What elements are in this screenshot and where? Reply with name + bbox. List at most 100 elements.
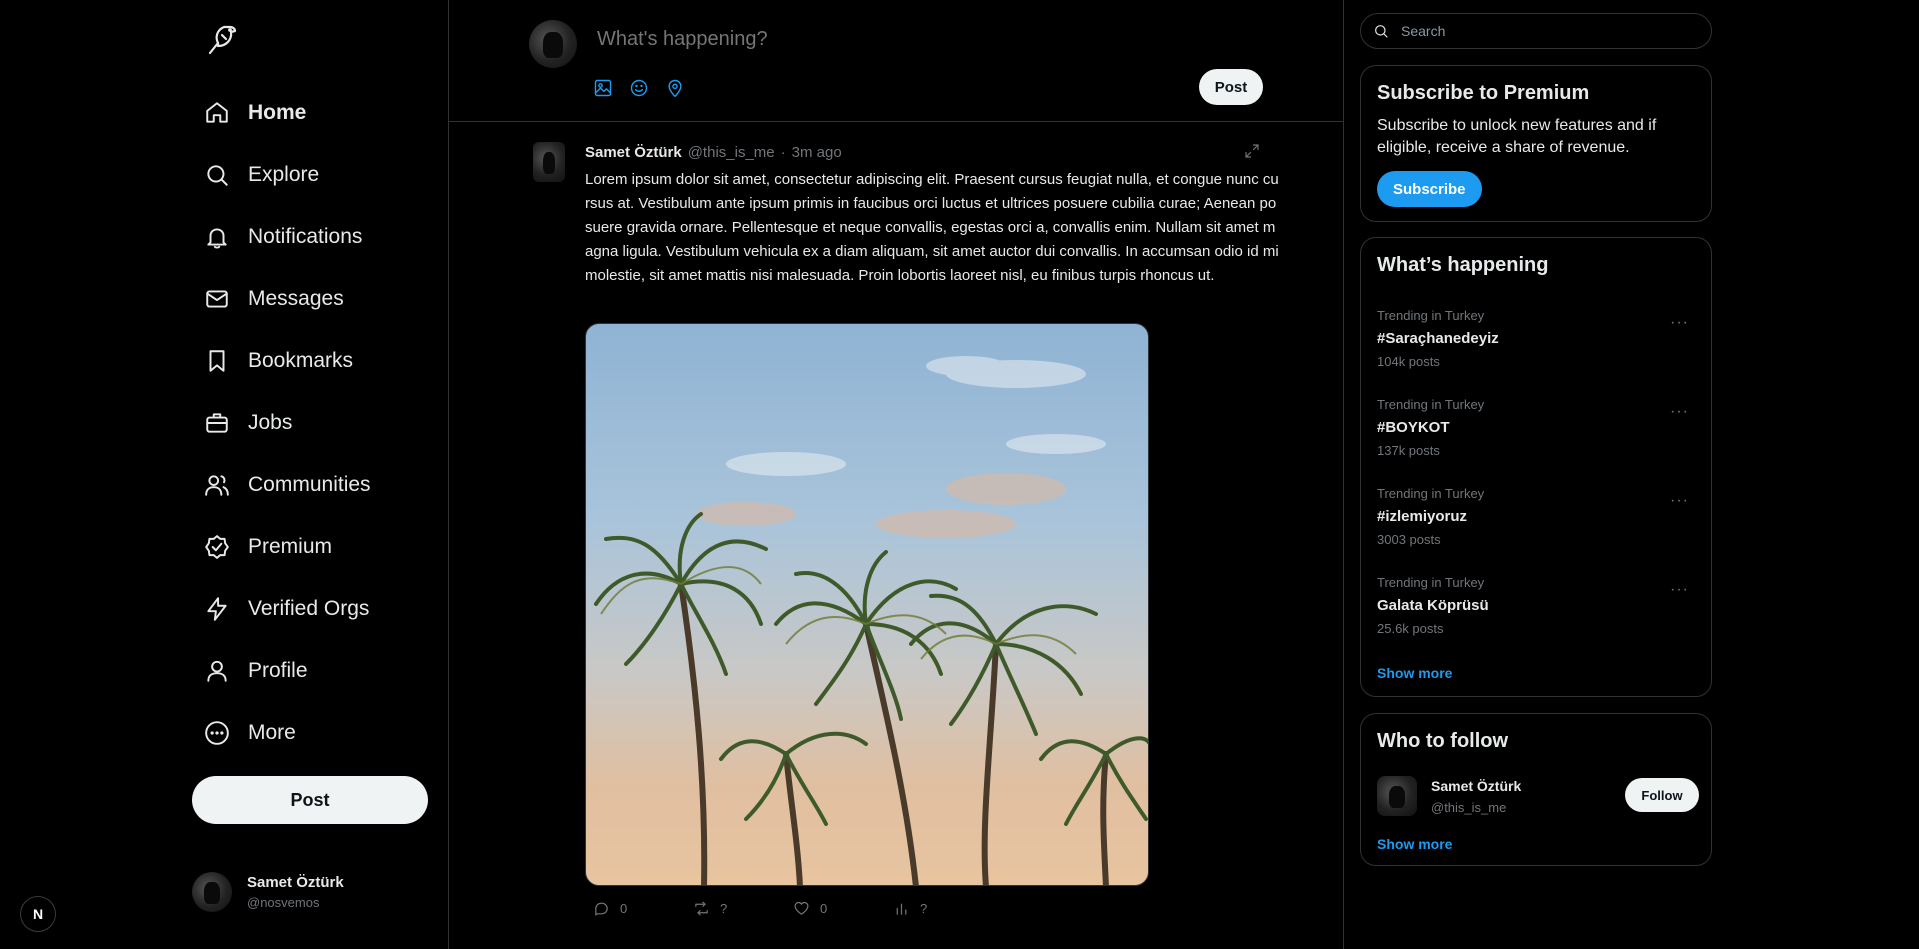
follow-user-handle: @this_is_me [1431,799,1507,815]
app-root: Home Explore Notifications Messages Book… [0,0,1919,949]
separator-dot: · [780,144,786,161]
post-composer: Post [449,0,1344,122]
follow-button[interactable]: Follow [1625,778,1699,812]
more-horizontal-icon[interactable]: ··· [1670,403,1689,421]
trend-item[interactable]: Trending in Turkey Galata Köprüsü 25.6k … [1377,575,1697,659]
expand-icon[interactable] [1243,142,1263,162]
tweet-text: Lorem ipsum dolor sit amet, consectetur … [585,171,1279,284]
badge-check-icon [205,535,229,559]
repost-count: ? [720,901,728,916]
home-icon [206,102,228,123]
trend-count: 137k posts [1377,443,1440,458]
nav-item-more[interactable]: More [192,702,371,764]
nav-label-home: Home [248,101,307,124]
follow-show-more-link[interactable]: Show more [1377,836,1452,852]
tweet-author-name[interactable]: Samet Öztürk [585,144,682,161]
mail-icon [206,290,228,308]
premium-title: Subscribe to Premium [1377,82,1590,104]
emoji-icon[interactable] [629,76,665,100]
trend-item[interactable]: Trending in Turkey #BOYKOT 137k posts ··… [1377,397,1697,481]
trends-title: What’s happening [1377,254,1549,276]
nav-item-messages[interactable]: Messages [192,268,371,330]
trend-tag: #BOYKOT [1377,419,1450,436]
trend-item[interactable]: Trending in Turkey #izlemiyoruz 3003 pos… [1377,486,1697,570]
composer-avatar [529,20,577,68]
trend-context: Trending in Turkey [1377,486,1485,501]
trend-tag: #izlemiyoruz [1377,508,1468,525]
nav-label-messages: Messages [248,287,344,310]
sidebar-post-button[interactable]: Post [192,776,428,824]
nav-label-jobs: Jobs [248,411,293,434]
nav-item-notifications[interactable]: Notifications [192,206,371,268]
tweet[interactable]: Samet Öztürk @this_is_me · 3m ago Lorem ips… [449,122,1344,949]
trend-count: 25.6k posts [1377,621,1444,636]
who-to-follow-card: Who to follow Samet Öztürk @this_is_me F… [1360,713,1712,866]
nav-label-premium: Premium [248,535,333,558]
search-icon [207,165,228,186]
more-circle-icon [205,721,229,745]
nav-item-profile[interactable]: Profile [192,640,371,702]
trend-count: 3003 posts [1377,532,1441,547]
tweet-avatar[interactable] [533,142,565,182]
trend-item[interactable]: Trending in Turkey #Saraçhanedeyiz 104k … [1377,308,1697,392]
palm-trees-illustration [594,356,1148,885]
follow-title: Who to follow [1377,730,1509,752]
briefcase-icon [206,413,228,433]
search-input[interactable] [1401,23,1701,39]
location-pin-icon[interactable] [665,76,701,100]
trend-context: Trending in Turkey [1377,575,1485,590]
compose-input[interactable] [597,28,1197,51]
nav-label-verified-orgs: Verified Orgs [248,597,370,620]
nav-label-more: More [248,721,296,744]
nav-item-explore[interactable]: Explore [192,144,371,206]
bookmark-icon [209,350,225,372]
more-horizontal-icon[interactable]: ··· [1670,314,1689,332]
premium-description: Subscribe to unlock new features and if … [1377,117,1657,156]
trend-context: Trending in Turkey [1377,397,1485,412]
tweet-image-palm-trees[interactable] [585,323,1149,886]
repost-button[interactable]: ? [693,900,793,917]
views-button[interactable]: ? [893,900,993,917]
tweet-actions: 0 ? 0 ? [593,900,993,917]
more-horizontal-icon[interactable]: ··· [1670,492,1689,510]
view-count: ? [920,901,928,916]
avatar [192,872,232,912]
comment-icon [595,902,608,916]
nav-item-bookmarks[interactable]: Bookmarks [192,330,371,392]
nextjs-dev-badge[interactable]: N [20,896,56,932]
like-button[interactable]: 0 [793,900,893,917]
bar-chart-icon [896,903,907,915]
nav-item-home[interactable]: Home [192,82,371,144]
trend-count: 104k posts [1377,354,1440,369]
follow-user-info: Samet Öztürk @this_is_me [1431,778,1521,815]
subscribe-button[interactable]: Subscribe [1377,171,1482,207]
trend-context: Trending in Turkey [1377,308,1485,323]
search-box[interactable] [1360,13,1712,49]
nav-label-profile: Profile [248,659,308,682]
nav-item-premium[interactable]: Premium [192,516,371,578]
account-handle: @nosvemos [247,895,320,910]
composer-post-button[interactable]: Post [1199,69,1263,105]
repost-icon [695,901,708,916]
more-horizontal-icon[interactable]: ··· [1670,581,1689,599]
bird-logo-icon[interactable] [202,20,242,60]
bell-icon [207,228,227,249]
like-count: 0 [820,901,828,916]
premium-card: Subscribe to Premium Subscribe to unlock… [1360,65,1712,222]
trend-tag: Galata Köprüsü [1377,597,1489,614]
nav-label-communities: Communities [248,473,371,496]
account-info: Samet Öztürk @nosvemos [247,874,344,910]
tweet-author-handle[interactable]: @this_is_me [688,144,775,161]
image-icon[interactable] [593,76,629,100]
trends-show-more-link[interactable]: Show more [1377,665,1452,681]
nav-item-verified-orgs[interactable]: Verified Orgs [192,578,371,640]
reply-button[interactable]: 0 [593,900,693,917]
nav-label-notifications: Notifications [248,225,363,248]
nav-label-bookmarks: Bookmarks [248,349,354,372]
account-switcher[interactable]: Samet Öztürk @nosvemos [192,872,344,912]
nav-item-jobs[interactable]: Jobs [192,392,371,454]
nav-item-communities[interactable]: Communities [192,454,371,516]
lightning-icon [207,597,227,621]
user-icon [207,660,227,682]
tweet-timestamp[interactable]: 3m ago [792,144,842,161]
